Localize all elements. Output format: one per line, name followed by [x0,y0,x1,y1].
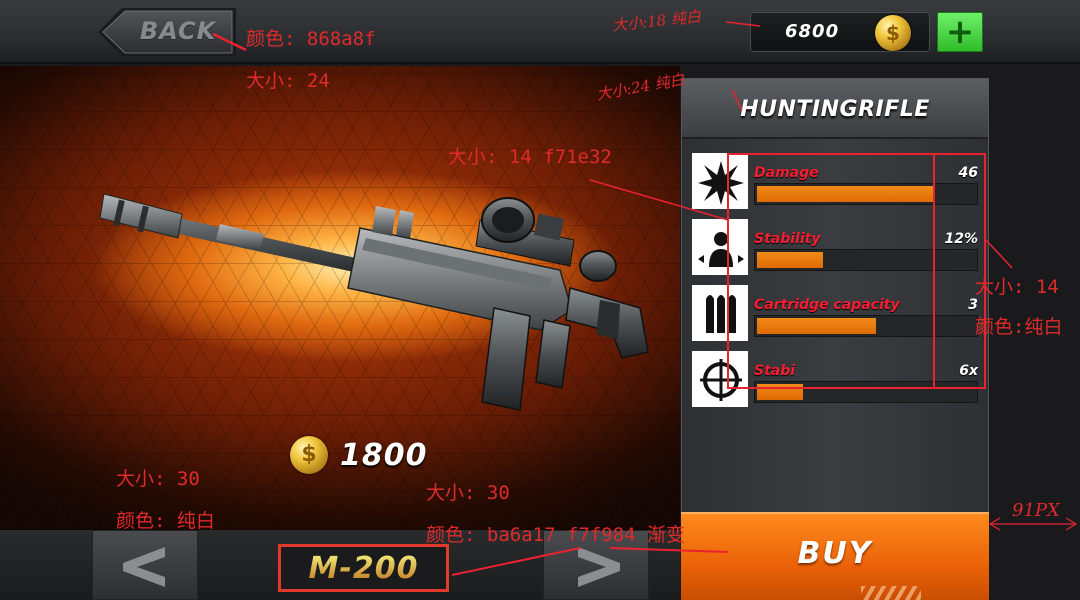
panel-title-bar: HUNTINGRIFLE [682,79,988,139]
annotation-back-size: 大小: 24 [246,70,330,92]
annotation-back-color: 颜色: 868a8f [246,28,376,50]
weapon-name-box: M-200 [278,544,449,592]
previous-weapon-button[interactable] [92,530,198,600]
annotation-box-values [933,153,986,389]
coin-balance: 6800 [750,12,930,52]
annotation-name-color: 颜色: ba6a17 f7f984 渐变 [426,524,686,546]
coin-amount: 6800 [785,21,840,42]
annotation-price-size: 大小: 30 [116,468,200,490]
annotation-stat-name: 大小: 14 f71e32 [448,146,612,168]
chevron-right-icon [578,547,620,587]
weapon-price: 1800 [340,438,428,473]
annotation-buy-width: 91PX [1012,500,1060,521]
buy-button[interactable]: BUY [681,512,989,600]
coin-icon [290,436,328,474]
weapon-category-title: HUNTINGRIFLE [740,97,930,122]
coin-icon [875,15,911,51]
buy-stripes-decoration [861,586,921,600]
annotation-stat-value-size: 大小: 14 [975,276,1059,298]
annotation-name-size: 大小: 30 [426,482,510,504]
chevron-left-icon [123,547,165,587]
annotation-stat-value-color: 颜色:纯白 [975,316,1063,338]
back-label: BACK [139,17,217,45]
buy-label: BUY [797,536,873,571]
weapon-name: M-200 [281,551,446,586]
back-button[interactable]: BACK [98,6,238,58]
add-coins-button[interactable]: + [937,12,983,52]
top-bar: BACK 6800 + [0,0,1080,64]
annotation-price-color: 颜色: 纯白 [116,510,215,532]
